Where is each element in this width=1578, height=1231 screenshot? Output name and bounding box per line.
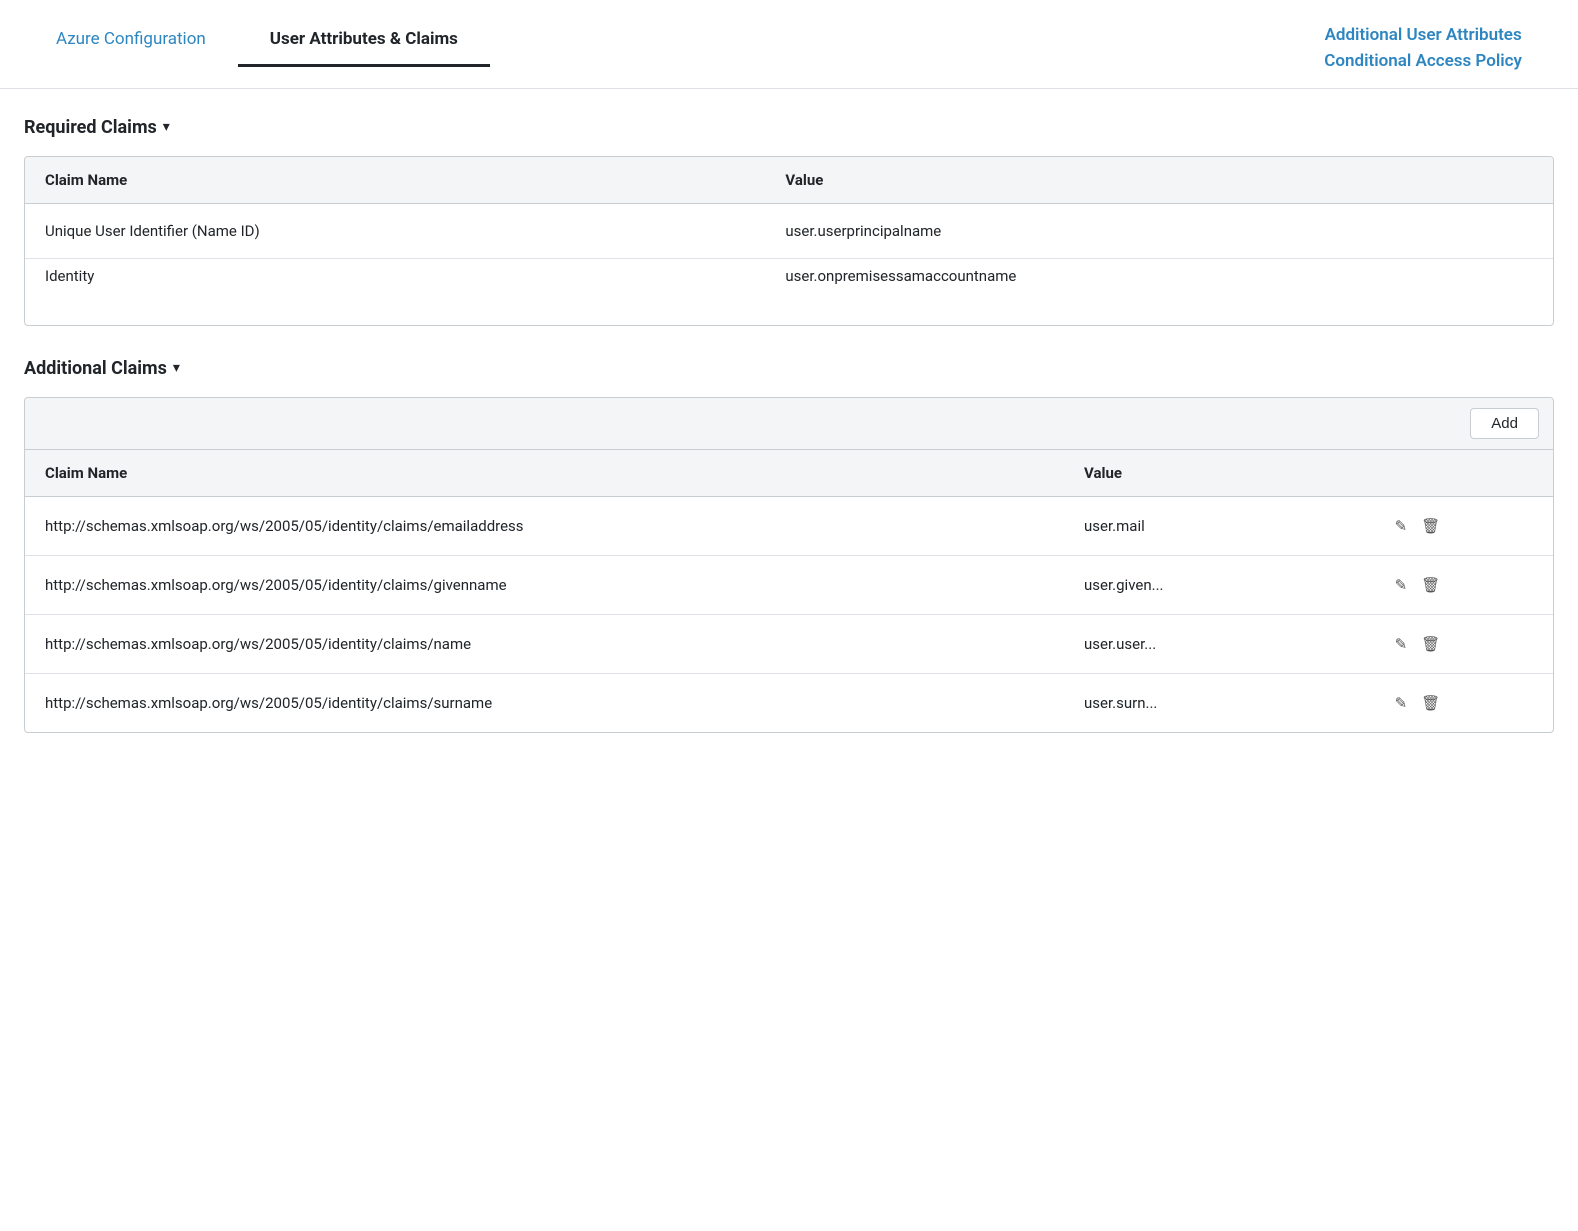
table-row: http://schemas.xmlsoap.org/ws/2005/05/id… xyxy=(25,555,1553,614)
delete-claim-button[interactable]: 🗑 xyxy=(1416,515,1445,537)
required-claims-header-row: Claim Name Value xyxy=(25,157,1553,204)
tab-azure-configuration[interactable]: Azure Configuration xyxy=(24,18,238,67)
table-row: Unique User Identifier (Name ID) user.us… xyxy=(25,203,1553,258)
delete-claim-button[interactable]: 🗑 xyxy=(1416,633,1445,655)
claim-name-cell: Identity xyxy=(25,258,765,325)
additional-claims-table: Claim Name Value http://schemas.xmlsoap.… xyxy=(25,450,1553,732)
claim-name-cell: http://schemas.xmlsoap.org/ws/2005/05/id… xyxy=(25,673,1064,732)
tab-user-attributes-claims[interactable]: User Attributes & Claims xyxy=(238,18,490,67)
add-claim-button[interactable]: Add xyxy=(1470,408,1539,439)
edit-claim-button[interactable]: ✎ xyxy=(1390,633,1413,655)
additional-claims-header-row: Claim Name Value xyxy=(25,450,1553,497)
claim-actions-cell: ✎ 🗑 xyxy=(1370,614,1553,673)
edit-claim-button[interactable]: ✎ xyxy=(1390,574,1413,596)
additional-claims-col-claim-name: Claim Name xyxy=(25,450,1064,497)
edit-claim-button[interactable]: ✎ xyxy=(1390,515,1413,537)
tab-additional-user-attributes[interactable]: Additional User Attributes xyxy=(1325,24,1522,48)
table-row: http://schemas.xmlsoap.org/ws/2005/05/id… xyxy=(25,614,1553,673)
required-claims-col-value: Value xyxy=(765,157,1553,204)
tab-conditional-access-policy[interactable]: Conditional Access Policy xyxy=(1324,50,1522,74)
table-row: http://schemas.xmlsoap.org/ws/2005/05/id… xyxy=(25,673,1553,732)
additional-claims-chevron-icon[interactable]: ▾ xyxy=(173,360,180,376)
claim-value-cell: user.user... xyxy=(1064,614,1370,673)
nav-header: Azure Configuration User Attributes & Cl… xyxy=(0,0,1578,89)
additional-claims-section-header: Additional Claims ▾ xyxy=(24,358,1554,379)
claim-value-cell: user.userprincipalname xyxy=(765,203,1553,258)
claim-actions-cell: ✎ 🗑 xyxy=(1370,673,1553,732)
claim-name-cell: http://schemas.xmlsoap.org/ws/2005/05/id… xyxy=(25,614,1064,673)
claim-name-cell: http://schemas.xmlsoap.org/ws/2005/05/id… xyxy=(25,496,1064,555)
required-claims-table: Claim Name Value Unique User Identifier … xyxy=(25,157,1553,325)
additional-claims-title: Additional Claims xyxy=(24,358,167,379)
required-claims-chevron-icon[interactable]: ▾ xyxy=(163,119,170,135)
claim-value-cell: user.onpremisessamaccountname xyxy=(765,258,1553,325)
claim-name-cell: http://schemas.xmlsoap.org/ws/2005/05/id… xyxy=(25,555,1064,614)
additional-claims-col-actions xyxy=(1370,450,1553,497)
additional-claims-table-wrapper: Add Claim Name Value http://schemas.xmls… xyxy=(24,397,1554,733)
claim-actions-cell: ✎ 🗑 xyxy=(1370,555,1553,614)
required-claims-title: Required Claims xyxy=(24,117,157,138)
claim-name-cell: Unique User Identifier (Name ID) xyxy=(25,203,765,258)
table-row: http://schemas.xmlsoap.org/ws/2005/05/id… xyxy=(25,496,1553,555)
required-claims-section-header: Required Claims ▾ xyxy=(24,117,1554,138)
claim-value-cell: user.given... xyxy=(1064,555,1370,614)
claim-value-cell: user.mail xyxy=(1064,496,1370,555)
additional-claims-col-value: Value xyxy=(1064,450,1370,497)
table-row: Identity user.onpremisessamaccountname xyxy=(25,258,1553,325)
tab-right-group: Additional User Attributes Conditional A… xyxy=(1292,18,1554,88)
claim-value-cell: user.surn... xyxy=(1064,673,1370,732)
claim-actions-cell: ✎ 🗑 xyxy=(1370,496,1553,555)
required-claims-table-wrapper: Claim Name Value Unique User Identifier … xyxy=(24,156,1554,326)
main-content: Required Claims ▾ Claim Name Value Uniqu… xyxy=(0,89,1578,789)
add-toolbar: Add xyxy=(25,398,1553,450)
delete-claim-button[interactable]: 🗑 xyxy=(1416,692,1445,714)
edit-claim-button[interactable]: ✎ xyxy=(1390,692,1413,714)
delete-claim-button[interactable]: 🗑 xyxy=(1416,574,1445,596)
required-claims-col-claim-name: Claim Name xyxy=(25,157,765,204)
